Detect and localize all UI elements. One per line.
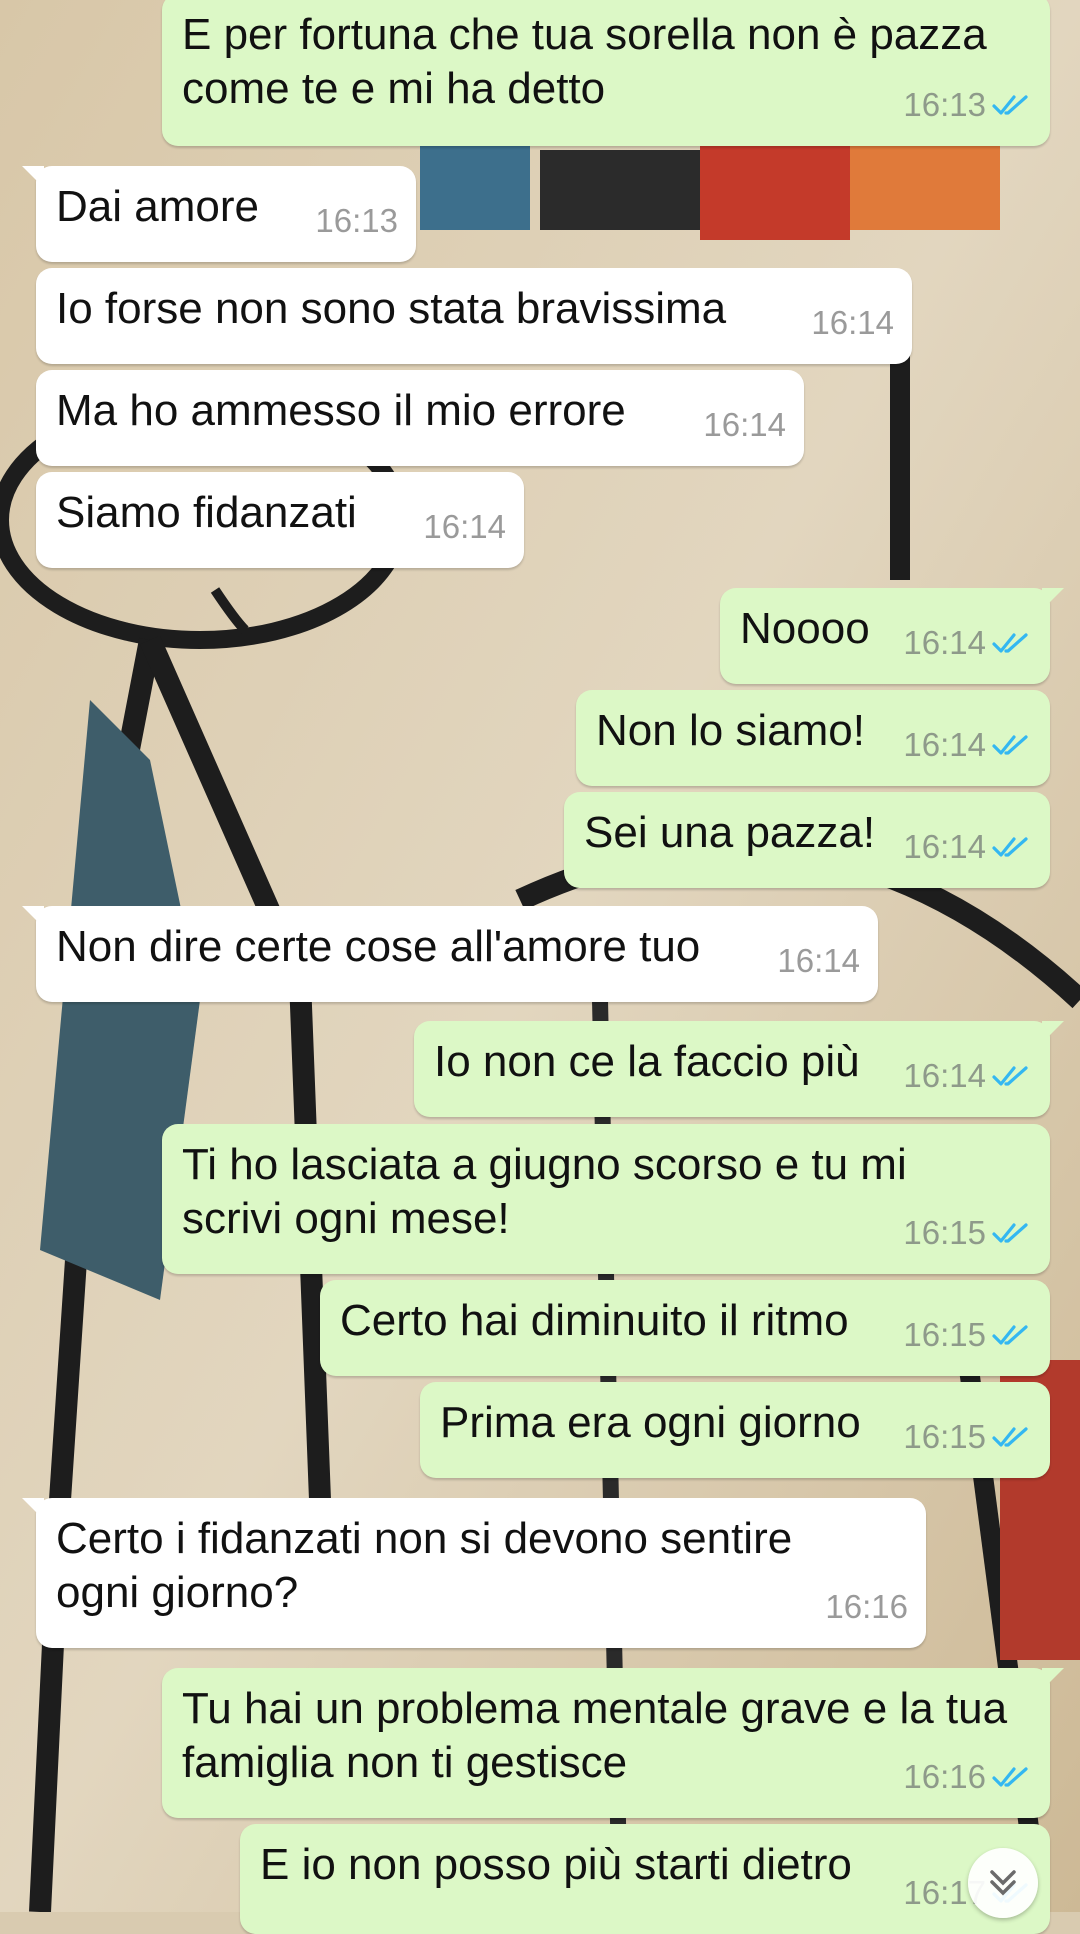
double-check-icon: [992, 1066, 1028, 1086]
double-check-icon: [992, 633, 1028, 653]
outgoing-message-bubble[interactable]: Io non ce la faccio più 16:14: [414, 1021, 1064, 1117]
message-time: 16:13: [903, 86, 986, 123]
outgoing-message-bubble[interactable]: Non lo siamo! 16:14: [576, 690, 1050, 786]
incoming-message-bubble[interactable]: Certo i fidanzati non si devono sentire …: [22, 1498, 926, 1648]
message-meta: 16:16: [903, 1750, 1032, 1804]
bubble-tail: [22, 1498, 44, 1520]
double-check-icon: [992, 95, 1028, 115]
message-text: Sei una pazza!: [584, 808, 876, 857]
message-text: Certo i fidanzati non si devono sentire …: [56, 1514, 793, 1617]
message-meta: 16:15: [903, 1410, 1032, 1464]
message-time: 16:15: [903, 1418, 986, 1455]
message-time: 16:14: [811, 304, 894, 341]
message-time: 16:14: [903, 1057, 986, 1094]
message-meta: 16:15: [903, 1206, 1032, 1260]
chevron-double-down-icon: [990, 1870, 1016, 1896]
message-text: Dai amore: [56, 182, 259, 231]
double-check-icon: [992, 837, 1028, 857]
message-text: E per fortuna che tua sorella non è pazz…: [182, 10, 987, 113]
incoming-message-bubble[interactable]: Io forse non sono stata bravissima 16:14: [36, 268, 912, 364]
message-meta: 16:13: [315, 194, 398, 248]
incoming-message-bubble[interactable]: Ma ho ammesso il mio errore 16:14: [36, 370, 804, 466]
message-time: 16:15: [903, 1214, 986, 1251]
message-text: Non dire certe cose all'amore tuo: [56, 922, 701, 971]
message-time: 16:16: [903, 1758, 986, 1795]
bubble-tail: [1042, 1668, 1064, 1690]
message-time: 16:14: [903, 726, 986, 763]
outgoing-message-bubble[interactable]: Ti ho lasciata a giugno scorso e tu mi s…: [162, 1124, 1050, 1274]
outgoing-message-bubble[interactable]: E per fortuna che tua sorella non è pazz…: [162, 0, 1050, 146]
message-meta: 16:14: [423, 500, 506, 554]
outgoing-message-bubble[interactable]: Certo hai diminuito il ritmo 16:15: [320, 1280, 1050, 1376]
message-meta: 16:14: [903, 1049, 1032, 1103]
message-time: 16:14: [423, 508, 506, 545]
incoming-message-bubble[interactable]: Dai amore 16:13: [22, 166, 416, 262]
message-time: 16:14: [903, 828, 986, 865]
message-time: 16:15: [903, 1316, 986, 1353]
message-text: Tu hai un problema mentale grave e la tu…: [182, 1684, 1008, 1787]
message-meta: 16:14: [903, 820, 1032, 874]
message-time: 16:16: [825, 1588, 908, 1625]
message-meta: 16:13: [903, 78, 1032, 132]
message-meta: 16:14: [903, 616, 1032, 670]
incoming-message-bubble[interactable]: Siamo fidanzati 16:14: [36, 472, 524, 568]
message-text: Siamo fidanzati: [56, 488, 357, 537]
scroll-to-bottom-button[interactable]: [968, 1848, 1038, 1918]
message-time: 16:14: [703, 406, 786, 443]
message-text: Noooo: [740, 604, 870, 653]
message-text: Io non ce la faccio più: [434, 1037, 860, 1086]
outgoing-message-bubble[interactable]: Prima era ogni giorno 16:15: [420, 1382, 1050, 1478]
bubble-tail: [22, 166, 44, 188]
bubble-tail: [1042, 588, 1064, 610]
outgoing-message-bubble[interactable]: Noooo 16:14: [720, 588, 1064, 684]
message-time: 16:14: [903, 624, 986, 661]
message-time: 16:14: [777, 942, 860, 979]
message-meta: 16:15: [903, 1308, 1032, 1362]
message-list[interactable]: E per fortuna che tua sorella non è pazz…: [0, 0, 1080, 1934]
message-text: Non lo siamo!: [596, 706, 866, 755]
message-time: 16:13: [315, 202, 398, 239]
message-meta: 16:16: [825, 1580, 908, 1634]
message-meta: 16:14: [811, 296, 894, 350]
message-meta: 16:14: [903, 718, 1032, 772]
outgoing-message-bubble[interactable]: Tu hai un problema mentale grave e la tu…: [162, 1668, 1064, 1818]
outgoing-message-bubble[interactable]: E io non posso più starti dietro 16:17: [240, 1824, 1050, 1934]
double-check-icon: [992, 1223, 1028, 1243]
message-meta: 16:14: [703, 398, 786, 452]
incoming-message-bubble[interactable]: Non dire certe cose all'amore tuo 16:14: [22, 906, 878, 1002]
double-check-icon: [992, 1325, 1028, 1345]
bubble-tail: [22, 906, 44, 928]
message-text: Ma ho ammesso il mio errore: [56, 386, 626, 435]
bubble-tail: [1042, 1021, 1064, 1043]
outgoing-message-bubble[interactable]: Sei una pazza! 16:14: [564, 792, 1050, 888]
message-text: Ti ho lasciata a giugno scorso e tu mi s…: [182, 1140, 907, 1243]
message-text: Prima era ogni giorno: [440, 1398, 861, 1447]
message-meta: 16:14: [777, 934, 860, 988]
message-text: E io non posso più starti dietro: [260, 1840, 852, 1889]
double-check-icon: [992, 1427, 1028, 1447]
message-text: Certo hai diminuito il ritmo: [340, 1296, 849, 1345]
double-check-icon: [992, 735, 1028, 755]
double-check-icon: [992, 1767, 1028, 1787]
message-text: Io forse non sono stata bravissima: [56, 284, 727, 333]
